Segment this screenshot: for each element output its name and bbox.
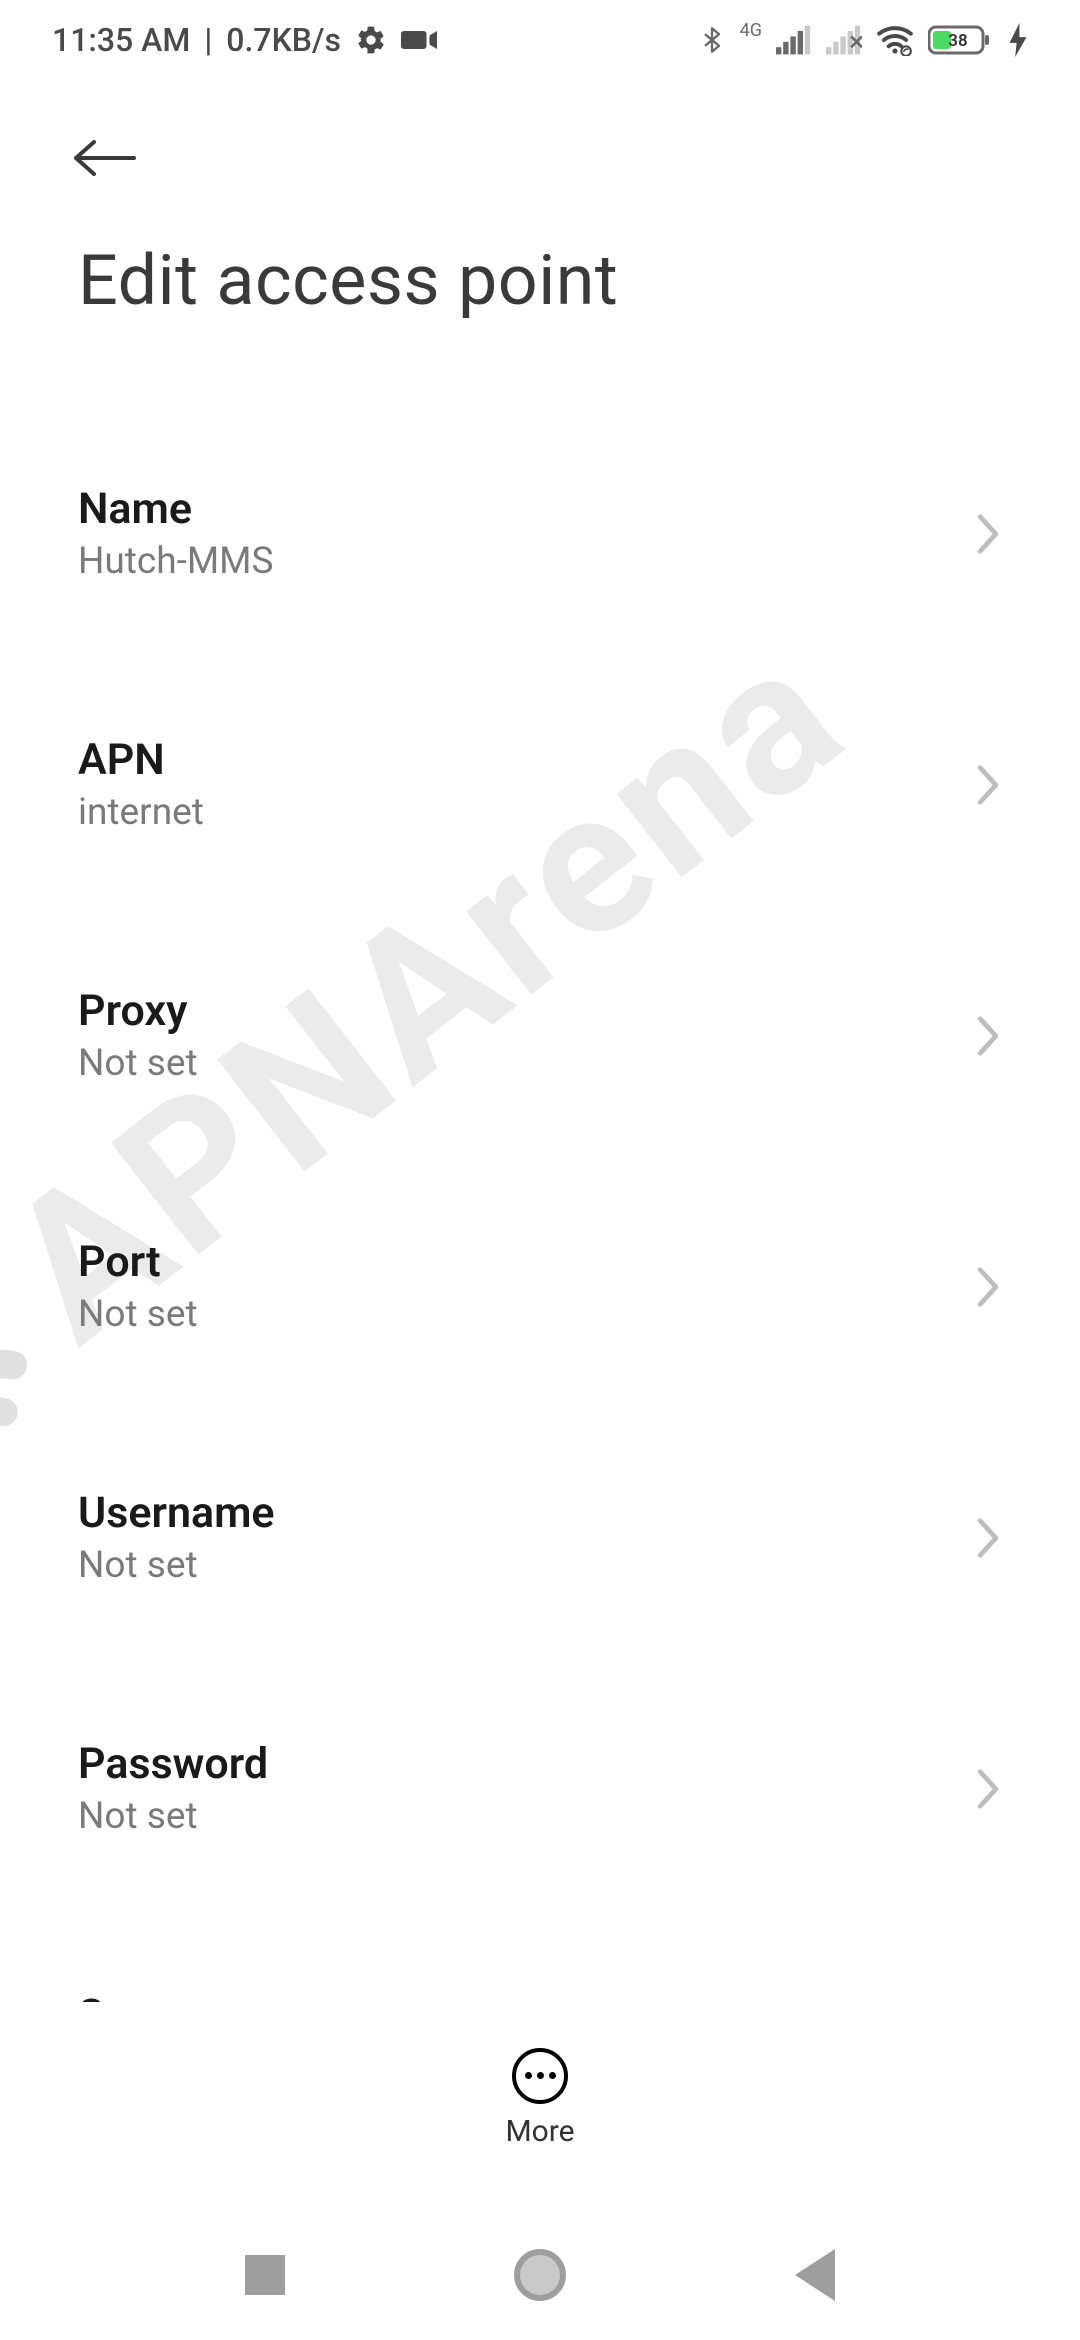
- setting-label: Password: [78, 1739, 268, 1789]
- setting-value: Not set: [78, 1795, 268, 1838]
- setting-value: Hutch-MMS: [78, 540, 273, 583]
- charging-icon: [1008, 23, 1028, 57]
- status-bar: 11:35 AM | 0.7KB/s 4G 38: [0, 0, 1080, 80]
- setting-row-apn[interactable]: APN internet: [0, 693, 1080, 876]
- setting-label: Server: [78, 1990, 203, 2002]
- battery-icon: 38: [928, 24, 994, 56]
- gear-icon: [355, 24, 387, 56]
- chevron-right-icon: [974, 1265, 1002, 1309]
- camera-icon: [401, 26, 437, 54]
- arrow-left-icon: [70, 133, 140, 183]
- setting-label: Username: [78, 1488, 275, 1538]
- setting-row-server[interactable]: Server Not set: [0, 1948, 1080, 2002]
- status-time: 11:35 AM: [52, 21, 190, 59]
- more-button[interactable]: [512, 2048, 568, 2104]
- setting-label: Port: [78, 1237, 198, 1287]
- nav-home-button[interactable]: [514, 2249, 566, 2301]
- wifi-icon: [876, 24, 914, 56]
- bluetooth-icon: [698, 24, 726, 56]
- chevron-right-icon: [974, 1516, 1002, 1560]
- setting-value: Not set: [78, 1293, 198, 1336]
- status-right: 4G 38: [698, 23, 1028, 57]
- bottom-action-bar: More: [0, 2008, 1080, 2188]
- signal-4g-label: 4G: [740, 20, 762, 41]
- nav-back-button[interactable]: [795, 2249, 835, 2301]
- battery-pct: 38: [948, 31, 967, 51]
- setting-label: APN: [78, 735, 204, 785]
- setting-row-proxy[interactable]: Proxy Not set: [0, 944, 1080, 1127]
- system-nav-bar: [0, 2210, 1080, 2340]
- chevron-right-icon: [974, 512, 1002, 556]
- setting-row-name[interactable]: Name Hutch-MMS: [0, 442, 1080, 625]
- status-net-speed: 0.7KB/s: [226, 21, 341, 59]
- signal-bars-1-icon: [776, 25, 812, 55]
- appbar: [0, 80, 1080, 198]
- setting-label: Proxy: [78, 986, 198, 1036]
- settings-list: Name Hutch-MMS APN internet Proxy Not se…: [0, 442, 1080, 2002]
- back-button[interactable]: [70, 118, 150, 198]
- setting-row-port[interactable]: Port Not set: [0, 1195, 1080, 1378]
- chevron-right-icon: [974, 1014, 1002, 1058]
- nav-recent-button[interactable]: [245, 2255, 285, 2295]
- more-label: More: [505, 2114, 574, 2149]
- setting-value: Not set: [78, 1544, 275, 1587]
- status-separator: |: [204, 21, 212, 59]
- setting-value: Not set: [78, 1042, 198, 1085]
- signal-bars-2-icon: [826, 25, 862, 55]
- setting-row-username[interactable]: Username Not set: [0, 1446, 1080, 1629]
- setting-value: internet: [78, 791, 204, 834]
- setting-row-password[interactable]: Password Not set: [0, 1697, 1080, 1880]
- status-left: 11:35 AM | 0.7KB/s: [52, 21, 437, 59]
- setting-label: Name: [78, 484, 273, 534]
- chevron-right-icon: [974, 763, 1002, 807]
- page-title: Edit access point: [0, 198, 1080, 322]
- chevron-right-icon: [974, 1767, 1002, 1811]
